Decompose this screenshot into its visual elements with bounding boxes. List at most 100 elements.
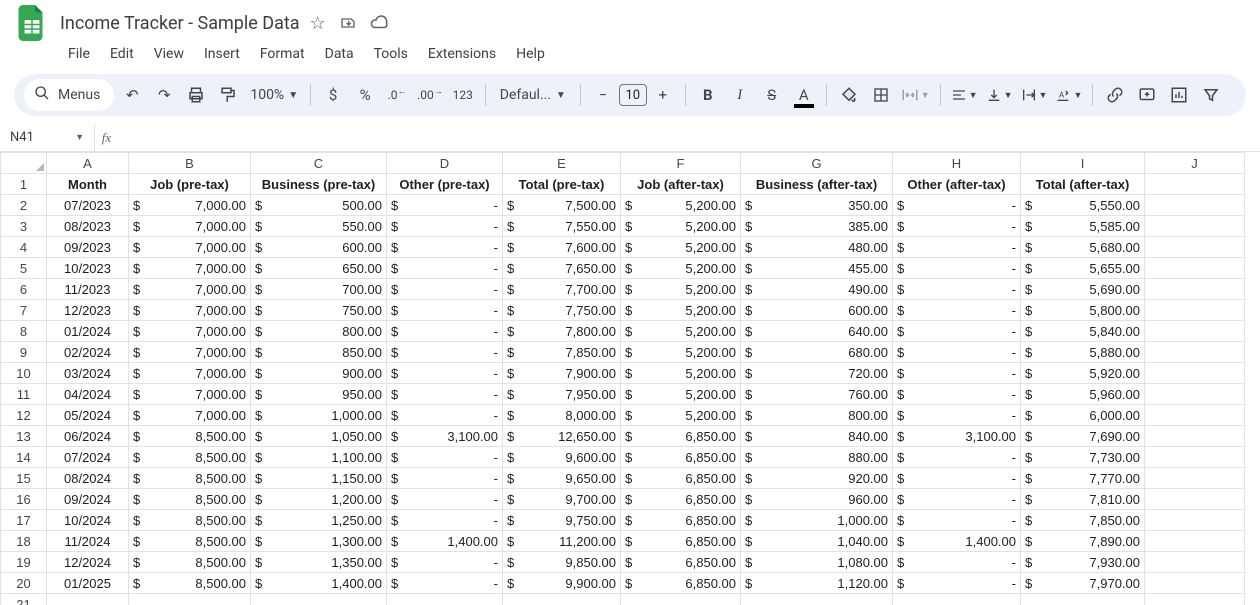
cell[interactable]: $480.00	[741, 237, 893, 258]
cell[interactable]: $455.00	[741, 258, 893, 279]
cell[interactable]: $-	[387, 363, 503, 384]
cell[interactable]	[1145, 321, 1245, 342]
increase-decimal-button[interactable]: .00→	[415, 81, 445, 109]
cell[interactable]: $6,850.00	[621, 510, 741, 531]
cell[interactable]: $7,700.00	[503, 279, 621, 300]
cell[interactable]: $-	[387, 321, 503, 342]
cell[interactable]: 07/2024	[47, 447, 129, 468]
bold-button[interactable]: B	[694, 81, 722, 109]
cell[interactable]: $7,550.00	[503, 216, 621, 237]
cell[interactable]: $7,650.00	[503, 258, 621, 279]
row-header[interactable]: 3	[1, 216, 47, 237]
col-header-A[interactable]: A	[47, 153, 129, 174]
col-header-D[interactable]: D	[387, 153, 503, 174]
cell[interactable]: $-	[893, 342, 1021, 363]
cell[interactable]	[387, 594, 503, 605]
cell[interactable]	[1145, 468, 1245, 489]
cell[interactable]: $5,200.00	[621, 258, 741, 279]
cell[interactable]: Job (after-tax)	[621, 174, 741, 195]
cell[interactable]: $350.00	[741, 195, 893, 216]
row-header[interactable]: 5	[1, 258, 47, 279]
cell[interactable]: $6,850.00	[621, 552, 741, 573]
cell[interactable]: $5,920.00	[1021, 363, 1145, 384]
row-header[interactable]: 12	[1, 405, 47, 426]
cell[interactable]	[621, 594, 741, 605]
cell[interactable]: $-	[387, 384, 503, 405]
increase-font-button[interactable]: +	[649, 81, 677, 109]
cell[interactable]: 12/2024	[47, 552, 129, 573]
more-formats-button[interactable]: 123	[449, 81, 477, 109]
cell[interactable]: $-	[387, 489, 503, 510]
cell[interactable]: $760.00	[741, 384, 893, 405]
cell[interactable]	[1145, 510, 1245, 531]
cell[interactable]: $8,500.00	[129, 510, 251, 531]
cell[interactable]: $5,680.00	[1021, 237, 1145, 258]
cell[interactable]: $5,840.00	[1021, 321, 1145, 342]
cell[interactable]: $-	[387, 300, 503, 321]
cell[interactable]: $7,850.00	[503, 342, 621, 363]
cell[interactable]: $-	[893, 321, 1021, 342]
cell[interactable]: $5,800.00	[1021, 300, 1145, 321]
cell[interactable]: 10/2024	[47, 510, 129, 531]
cell[interactable]: $12,650.00	[503, 426, 621, 447]
cell[interactable]: $680.00	[741, 342, 893, 363]
merge-button[interactable]: ▼	[899, 81, 932, 109]
cell[interactable]: $490.00	[741, 279, 893, 300]
cell[interactable]: $-	[893, 405, 1021, 426]
menu-format[interactable]: Format	[252, 42, 313, 66]
cell[interactable]	[1145, 405, 1245, 426]
col-header-H[interactable]: H	[893, 153, 1021, 174]
rotate-button[interactable]: A▼	[1053, 81, 1084, 109]
cell[interactable]: $9,600.00	[503, 447, 621, 468]
row-header[interactable]: 17	[1, 510, 47, 531]
cell[interactable]: 09/2024	[47, 489, 129, 510]
cell[interactable]: $7,950.00	[503, 384, 621, 405]
sheets-logo[interactable]	[14, 5, 50, 41]
print-button[interactable]	[182, 81, 210, 109]
italic-button[interactable]: I	[726, 81, 754, 109]
cell[interactable]: $1,200.00	[251, 489, 387, 510]
cell[interactable]: $-	[893, 573, 1021, 594]
select-all-corner[interactable]	[1, 153, 47, 174]
cell[interactable]: $5,960.00	[1021, 384, 1145, 405]
cell[interactable]: $1,050.00	[251, 426, 387, 447]
name-box[interactable]: N41▼	[0, 130, 94, 145]
cell[interactable]: $9,700.00	[503, 489, 621, 510]
cell[interactable]: $700.00	[251, 279, 387, 300]
cell[interactable]: $-	[387, 216, 503, 237]
cell[interactable]: $-	[893, 363, 1021, 384]
row-header[interactable]: 6	[1, 279, 47, 300]
cell[interactable]: $3,100.00	[893, 426, 1021, 447]
cell[interactable]: Business (pre-tax)	[251, 174, 387, 195]
cell[interactable]: $7,690.00	[1021, 426, 1145, 447]
cell[interactable]: 05/2024	[47, 405, 129, 426]
menus-search[interactable]: Menus	[24, 79, 114, 111]
cell[interactable]: $-	[387, 405, 503, 426]
cloud-icon[interactable]	[370, 13, 388, 34]
cell[interactable]: $9,650.00	[503, 468, 621, 489]
cell[interactable]: $950.00	[251, 384, 387, 405]
cell[interactable]: $-	[387, 573, 503, 594]
cell[interactable]: $6,850.00	[621, 426, 741, 447]
cell[interactable]: $-	[893, 510, 1021, 531]
cell[interactable]	[1145, 237, 1245, 258]
text-color-button[interactable]: A	[790, 81, 818, 109]
redo-button[interactable]: ↷	[150, 81, 178, 109]
cell[interactable]: $-	[893, 195, 1021, 216]
col-header-F[interactable]: F	[621, 153, 741, 174]
cell[interactable]: $650.00	[251, 258, 387, 279]
cell[interactable]: $7,000.00	[129, 279, 251, 300]
cell[interactable]: $9,750.00	[503, 510, 621, 531]
cell[interactable]: $7,900.00	[503, 363, 621, 384]
cell[interactable]: $600.00	[251, 237, 387, 258]
menu-edit[interactable]: Edit	[102, 42, 142, 66]
cell[interactable]: $600.00	[741, 300, 893, 321]
row-header[interactable]: 21	[1, 594, 47, 605]
cell[interactable]: $5,200.00	[621, 279, 741, 300]
cell[interactable]	[1145, 384, 1245, 405]
cell[interactable]: $-	[387, 195, 503, 216]
cell[interactable]: $8,500.00	[129, 447, 251, 468]
cell[interactable]: $720.00	[741, 363, 893, 384]
cell[interactable]	[1145, 552, 1245, 573]
row-header[interactable]: 20	[1, 573, 47, 594]
